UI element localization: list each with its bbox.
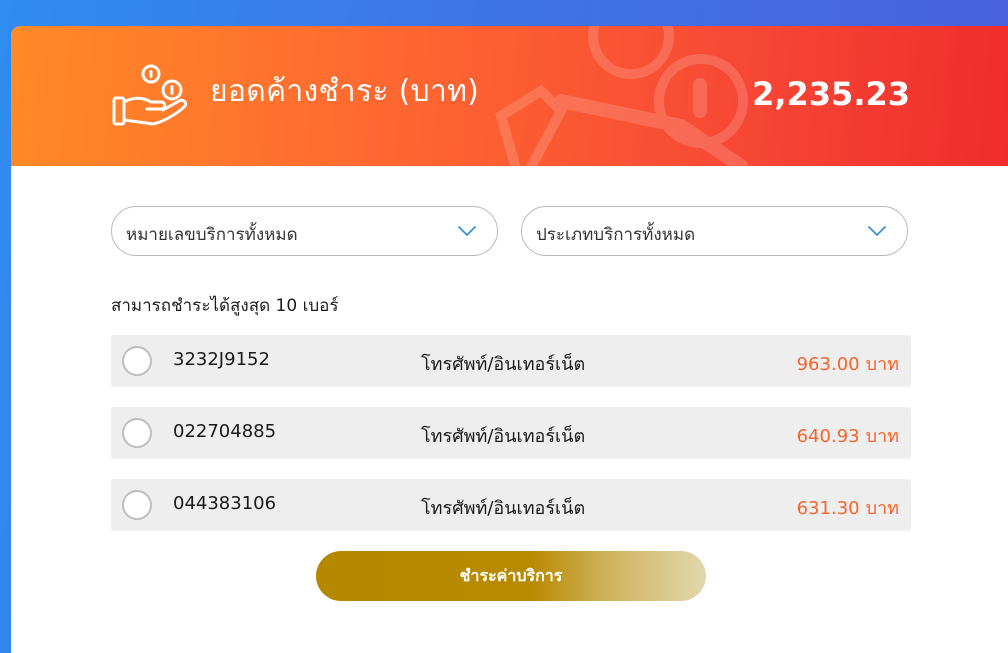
bill-service-number: 3232J9152 [173, 349, 270, 370]
bill-amount: 963.00 บาท [797, 349, 899, 378]
bill-amount-value: 631.30 [796, 498, 860, 519]
bill-service-type: โทรศัพท์/อินเทอร์เน็ต [421, 426, 586, 447]
service-type-dropdown[interactable]: ประเภทบริการทั้งหมด [521, 206, 908, 256]
bill-amount-unit: บาท [865, 498, 899, 519]
bill-row[interactable]: 044383106 โทรศัพท์/อินเทอร์เน็ต 631.30 บา… [111, 479, 911, 531]
bill-amount-value: 963.00 [796, 354, 860, 375]
bill-select-radio[interactable] [122, 418, 152, 448]
chevron-down-icon [868, 226, 886, 236]
service-type-dropdown-label: ประเภทบริการทั้งหมด [536, 225, 696, 245]
payment-card: ยอดค้างชำระ (บาท) 2,235.23 หมายเลขบริการ… [11, 26, 1008, 653]
bill-select-radio[interactable] [122, 346, 152, 376]
bill-service-type: โทรศัพท์/อินเทอร์เน็ต [421, 498, 586, 519]
bill-service-number: 044383106 [173, 493, 277, 514]
pay-bills-button[interactable]: ชำระค่าบริการ [316, 551, 706, 601]
bill-amount-unit: บาท [865, 426, 899, 447]
service-number-dropdown[interactable]: หมายเลขบริการทั้งหมด [111, 206, 498, 256]
bill-row[interactable]: 022704885 โทรศัพท์/อินเทอร์เน็ต 640.93 บา… [111, 407, 911, 459]
outstanding-balance-amount: 2,235.23 [752, 75, 910, 113]
outstanding-balance-title: ยอดค้างชำระ (บาท) [210, 74, 480, 109]
bill-service-number: 022704885 [173, 421, 277, 442]
bill-amount-value: 640.93 [796, 426, 860, 447]
bill-amount: 640.93 บาท [797, 421, 899, 450]
bill-amount-unit: บาท [865, 354, 899, 375]
bill-row[interactable]: 3232J9152 โทรศัพท์/อินเทอร์เน็ต 963.00 บา… [111, 335, 911, 387]
chevron-down-icon [458, 226, 476, 236]
bill-amount: 631.30 บาท [797, 493, 899, 522]
bill-service-type: โทรศัพท์/อินเทอร์เน็ต [421, 354, 586, 375]
service-number-dropdown-label: หมายเลขบริการทั้งหมด [126, 225, 298, 245]
outstanding-balance-banner: ยอดค้างชำระ (บาท) 2,235.23 [11, 26, 1008, 166]
hand-coins-icon [112, 64, 187, 126]
bill-select-radio[interactable] [122, 490, 152, 520]
coin-decoration-icon [495, 26, 748, 166]
max-payment-limit-text: สามารถชำระได้สูงสุด 10 เบอร์ [111, 296, 339, 316]
